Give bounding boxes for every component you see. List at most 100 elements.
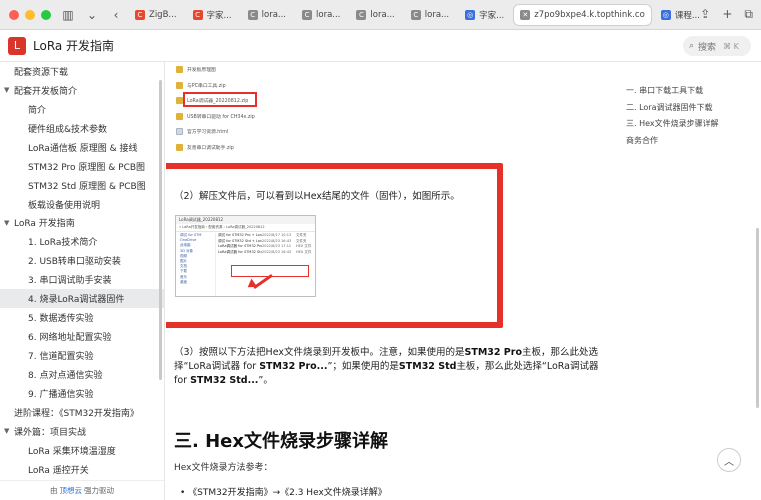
- sidebar-item[interactable]: STM32 Pro 原理图 & PCB图: [0, 157, 164, 176]
- explorer-cell: HEX 文件: [296, 249, 312, 254]
- sidebar-item[interactable]: LoRa 采集环境温湿度: [0, 441, 164, 460]
- sidebar-item-label: LoRa 开发指南: [14, 219, 75, 230]
- file-row: 官方学习资源.html: [176, 124, 326, 140]
- browser-tab[interactable]: Clora...: [405, 5, 455, 25]
- main-scrollbar[interactable]: [755, 62, 759, 500]
- sidebar-scrollbar[interactable]: [159, 80, 162, 380]
- browser-tab[interactable]: ◎ 课程...: [655, 5, 706, 25]
- chevron-down-icon: ▼: [4, 218, 10, 227]
- app-header: L LoRa 开发指南 ⌕ 搜索 ⌘ K: [0, 30, 761, 62]
- favicon-icon: C: [302, 9, 313, 20]
- search-button[interactable]: ⌕ 搜索 ⌘ K: [683, 36, 751, 56]
- explorer-nav: 调试 for STM OneDrive 此电脑 3D 对象 视频 图片 文档 下载 音乐 桌面: [176, 233, 216, 296]
- sidebar-item[interactable]: 简介: [0, 100, 164, 119]
- sidebar-item-label: 5. 数据透传实验: [28, 314, 94, 325]
- scrollbar-thumb[interactable]: [756, 228, 759, 408]
- explorer-nav-item: 桌面: [180, 279, 187, 284]
- share-icon[interactable]: ⇪: [700, 7, 710, 22]
- toc-item[interactable]: 三. Hex文件烧录步骤详解: [626, 118, 756, 135]
- file-name: 与PC串口工具.zip: [187, 83, 226, 89]
- sidebar-item[interactable]: 4. 烧录LoRa调试器固件: [0, 289, 164, 309]
- explorer-cell: LoRa调试器 for STM32 Std v1.2.hex: [218, 249, 262, 254]
- sidebar-item[interactable]: LoRa 遥控开关: [0, 460, 164, 479]
- explorer-address: « LoRa开发指南 › 配套资源 › LoRa调试器_20220812: [176, 224, 315, 232]
- sidebar-item[interactable]: 硬件组成&技术参数: [0, 119, 164, 138]
- browser-tab[interactable]: ◎ 字家...: [459, 5, 510, 25]
- sidebar-item[interactable]: 8. 点对点通信实验: [0, 365, 164, 384]
- search-label: 搜索: [698, 42, 717, 53]
- tab-strip: C ZigB... C 字家... Clora... Clora... Clora... Cl…: [129, 4, 710, 26]
- search-shortcut: ⌘ K: [723, 41, 739, 51]
- sidebar-item-label: 3. 串口调试助手安装: [28, 276, 112, 287]
- sidebar-item[interactable]: 板载设备使用说明: [0, 195, 164, 214]
- tab-label: 字家...: [206, 10, 232, 21]
- sidebar-item-label: 8. 点对点通信实验: [28, 370, 103, 381]
- file-icon: [176, 66, 183, 74]
- sidebar-item[interactable]: 7. 信道配置实验: [0, 346, 164, 365]
- file-name: 开发板原理图: [187, 68, 216, 74]
- back-icon[interactable]: ‹: [109, 8, 123, 22]
- tab-label: lora...: [316, 9, 341, 20]
- sidebar-item-label: 6. 网络地址配置实验: [28, 333, 112, 344]
- sidebar-item-label: 板载设备使用说明: [28, 200, 101, 211]
- browser-tab[interactable]: C 字家...: [187, 5, 238, 25]
- sidebar-item[interactable]: ▼ 配套开发板简介: [0, 81, 164, 100]
- tab-label: lora...: [261, 9, 287, 20]
- sidebar-item[interactable]: ▼ 课外篇：项目实战: [0, 422, 164, 441]
- favicon-icon: ◎: [660, 9, 671, 20]
- back-to-top-button[interactable]: ︿: [717, 448, 741, 472]
- favicon-icon: C: [192, 9, 203, 20]
- sidebar-item-label: 简介: [28, 105, 47, 116]
- file-icon: [176, 112, 183, 120]
- sidebar-item[interactable]: STM32 Std 原理图 & PCB图: [0, 176, 164, 195]
- sidebar-item[interactable]: 9. 广播通信实验: [0, 384, 164, 403]
- file-list-image: 开发板原理图 与PC串口工具.zip LoRa调试器_20220812.zip USB…: [176, 62, 326, 155]
- browser-tab[interactable]: Clora...: [296, 5, 346, 25]
- favicon-icon: C: [356, 9, 367, 20]
- sidebar-item[interactable]: 5. 数据透传实验: [0, 308, 164, 327]
- tab-label: z7po9bxpe4.k.topthink.co: [534, 9, 645, 20]
- sidebar-item-label: 7. 信道配置实验: [28, 352, 94, 363]
- sidebar-item-label: STM32 Std 原理图 & PCB图: [28, 181, 146, 192]
- close-window-button[interactable]: [9, 9, 19, 20]
- toc-item[interactable]: 一. 串口下载工具下载: [626, 85, 756, 102]
- sidebar-item-label: 进阶课程：《STM32开发指南》: [14, 408, 139, 419]
- sidebar-item-label: 4. 烧录LoRa调试器固件: [28, 295, 125, 306]
- footer-brand-link[interactable]: 顶想云: [60, 485, 83, 496]
- sidebar-item[interactable]: 2. USB转串口驱动安装: [0, 251, 164, 270]
- file-row: USB转串口驱动 for CH34x.zip: [176, 109, 326, 125]
- browser-tab[interactable]: Clora...: [242, 5, 292, 25]
- file-name: 友善串口调试助手.zip: [187, 145, 234, 151]
- tab-label: lora...: [424, 9, 450, 20]
- toc-item[interactable]: 商务合作: [626, 135, 756, 152]
- sidebar-item-label: LoRa 采集环境温湿度: [28, 446, 116, 457]
- zoom-window-button[interactable]: [41, 9, 51, 20]
- toc-item[interactable]: 二. Lora调试器固件下载: [626, 102, 756, 119]
- tab-overview-icon[interactable]: ⧉: [744, 7, 753, 22]
- reference-link[interactable]: • 《STM32开发指南》→《2.3 Hex文件烧录详解》: [180, 485, 387, 498]
- browser-tab[interactable]: ✕ z7po9bxpe4.k.topthink.co: [514, 4, 651, 25]
- sidebar-item[interactable]: 6. 网络地址配置实验: [0, 327, 164, 346]
- page-title[interactable]: LoRa 开发指南: [33, 37, 114, 54]
- method-label: Hex文件烧录方法参考：: [174, 463, 273, 473]
- file-icon: [176, 128, 183, 136]
- sidebar-item[interactable]: 配套资源下载: [0, 62, 164, 81]
- browser-tab[interactable]: C ZigB...: [129, 5, 183, 25]
- file-row: 与PC串口工具.zip: [176, 78, 326, 94]
- sidebar-item[interactable]: LoRa通信板 原理图 & 接线: [0, 138, 164, 157]
- browser-right-actions: ⇪ + ⧉: [700, 7, 753, 22]
- explorer-file-list: 调试 for STM32 Pro + Lora 2022/8/17 10:13 文件…: [218, 233, 315, 255]
- new-tab-icon[interactable]: +: [722, 7, 732, 22]
- table-of-contents: 一. 串口下载工具下载 二. Lora调试器固件下载 三. Hex文件烧录步骤详解商…: [626, 85, 756, 151]
- sidebar-item[interactable]: 3. 串口调试助手安装: [0, 270, 164, 289]
- minimize-window-button[interactable]: [25, 9, 35, 20]
- sidebar-item[interactable]: 进阶课程：《STM32开发指南》: [0, 403, 164, 422]
- sidebar-item[interactable]: 1. LoRa技术简介: [0, 232, 164, 251]
- browser-tab[interactable]: Clora...: [350, 5, 400, 25]
- sidebar-toggle-icon[interactable]: ▥: [61, 8, 75, 22]
- chevron-down-icon[interactable]: ⌄: [85, 8, 99, 22]
- section-heading: 三. Hex文件烧录步骤详解: [174, 431, 388, 452]
- app-logo[interactable]: L: [8, 36, 26, 55]
- sidebar-item[interactable]: ▼ LoRa 开发指南: [0, 214, 164, 233]
- chevron-up-icon: ︿: [724, 456, 734, 468]
